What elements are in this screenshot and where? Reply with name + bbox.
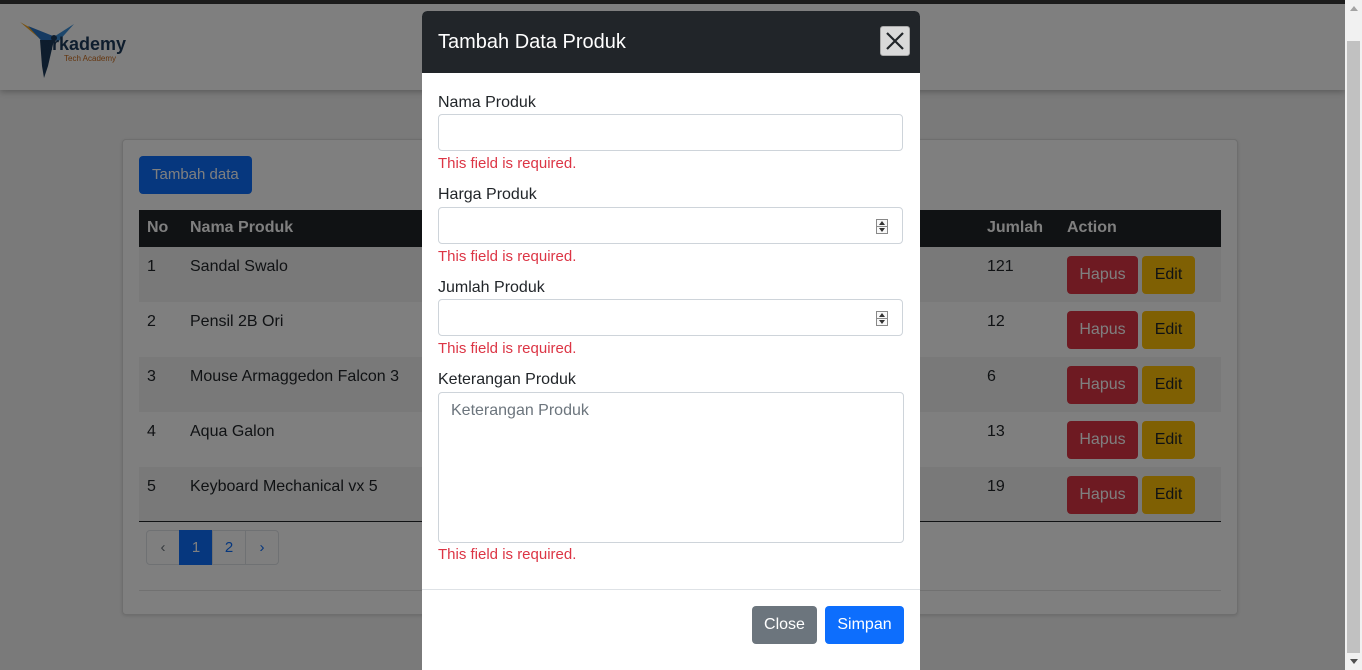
stepper-down-icon[interactable] xyxy=(879,320,885,324)
product-qty-error: This field is required. xyxy=(438,340,577,357)
product-qty-label: Jumlah Produk xyxy=(438,279,545,296)
scroll-down-arrow-icon[interactable] xyxy=(1350,659,1358,664)
stepper-divider xyxy=(877,226,887,227)
modal-close-button[interactable] xyxy=(880,26,910,56)
stepper-up-icon[interactable] xyxy=(879,313,885,317)
product-desc-error: This field is required. xyxy=(438,546,577,563)
modal-header: Tambah Data Produk xyxy=(422,11,920,73)
close-icon xyxy=(886,32,904,50)
page-scrollbar[interactable] xyxy=(1345,0,1362,670)
product-qty-input[interactable] xyxy=(438,299,903,336)
save-button[interactable]: Simpan xyxy=(825,606,904,644)
product-name-label: Nama Produk xyxy=(438,94,536,111)
scrollbar-thumb[interactable] xyxy=(1347,41,1360,653)
product-price-label: Harga Produk xyxy=(438,186,537,203)
stepper-down-icon[interactable] xyxy=(879,228,885,232)
qty-stepper[interactable] xyxy=(876,311,888,326)
modal-title: Tambah Data Produk xyxy=(438,31,626,53)
product-desc-textarea[interactable]: Keterangan Produk xyxy=(438,392,904,543)
product-price-input[interactable] xyxy=(438,207,903,244)
product-desc-label: Keterangan Produk xyxy=(438,371,576,388)
product-name-error: This field is required. xyxy=(438,155,577,172)
scroll-up-arrow-icon[interactable] xyxy=(1350,6,1358,11)
close-button[interactable]: Close xyxy=(752,606,817,644)
price-stepper[interactable] xyxy=(876,219,888,234)
product-name-input[interactable] xyxy=(438,114,903,151)
add-product-modal: Tambah Data Produk Nama Produk This fiel… xyxy=(422,11,920,670)
stepper-divider xyxy=(877,318,887,319)
modal-footer-divider xyxy=(422,589,920,590)
stepper-up-icon[interactable] xyxy=(879,221,885,225)
product-price-error: This field is required. xyxy=(438,248,577,265)
